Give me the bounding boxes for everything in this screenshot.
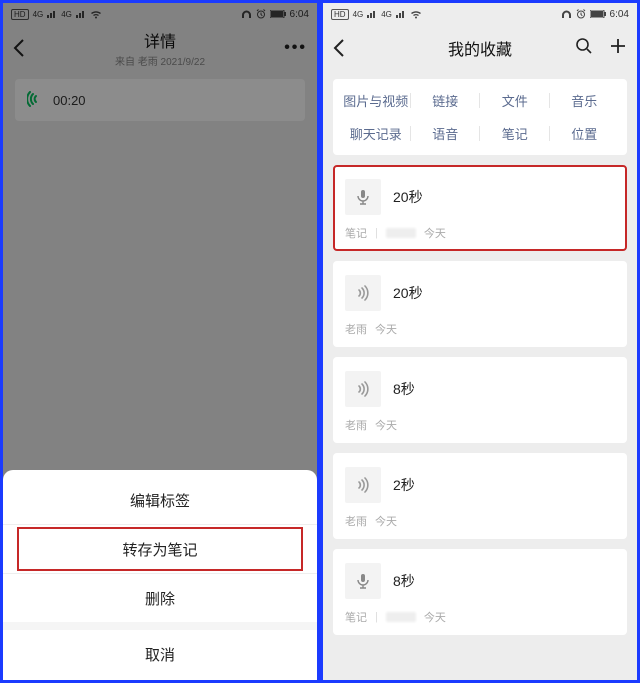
wifi-icon	[410, 10, 422, 19]
search-icon	[575, 37, 593, 55]
plus-icon	[609, 37, 627, 55]
favorite-item[interactable]: 2秒老雨今天	[333, 453, 627, 539]
redacted-text	[386, 612, 416, 622]
battery-icon	[590, 10, 606, 18]
favorite-item-title: 8秒	[393, 379, 415, 399]
chip-photos-videos[interactable]: 图片与视频	[341, 91, 411, 110]
sheet-delete[interactable]: 删除	[3, 574, 317, 622]
favorite-item-meta: 笔记|今天	[345, 225, 615, 241]
favorite-item-meta: 老雨今天	[345, 513, 615, 529]
chip-voice[interactable]: 语音	[411, 124, 481, 143]
favorite-item-when: 今天	[424, 609, 446, 625]
sound-icon	[345, 467, 381, 503]
sound-icon	[345, 275, 381, 311]
phone-right: HD 4G 4G 6:04 我的收藏	[323, 3, 637, 680]
chip-music[interactable]: 音乐	[550, 91, 620, 110]
mic-icon	[345, 179, 381, 215]
network-2: 4G	[381, 10, 392, 19]
favorite-item-when: 今天	[375, 417, 397, 433]
favorite-item-title: 2秒	[393, 475, 415, 495]
sheet-edit-tags[interactable]: 编辑标签	[3, 476, 317, 524]
chip-links[interactable]: 链接	[411, 91, 481, 110]
chevron-left-icon	[333, 39, 345, 57]
chip-files[interactable]: 文件	[480, 91, 550, 110]
back-button[interactable]	[333, 39, 355, 57]
filter-chips: 图片与视频 链接 文件 音乐 聊天记录 语音 笔记 位置	[333, 79, 627, 155]
sound-icon	[345, 371, 381, 407]
redacted-text	[386, 228, 416, 238]
mic-icon	[345, 563, 381, 599]
hd-badge: HD	[331, 9, 349, 20]
favorite-item-source: 笔记	[345, 609, 367, 625]
favorite-item-source: 老雨	[345, 321, 367, 337]
sheet-cancel[interactable]: 取消	[3, 630, 317, 678]
action-sheet: 编辑标签 转存为笔记 删除 取消	[3, 470, 317, 680]
chip-notes[interactable]: 笔记	[480, 124, 550, 143]
network-1: 4G	[353, 10, 364, 19]
favorite-item-source: 老雨	[345, 513, 367, 529]
favorite-item[interactable]: 20秒笔记|今天	[333, 165, 627, 251]
divider	[3, 524, 317, 525]
favorite-item-when: 今天	[375, 321, 397, 337]
favorite-item-title: 8秒	[393, 571, 415, 591]
favorite-item-title: 20秒	[393, 187, 423, 207]
favorite-item-meta: 笔记|今天	[345, 609, 615, 625]
favorite-item-meta: 老雨今天	[345, 417, 615, 433]
favorite-item[interactable]: 8秒老雨今天	[333, 357, 627, 443]
favorite-item[interactable]: 8秒笔记|今天	[333, 549, 627, 635]
chip-chat-history[interactable]: 聊天记录	[341, 124, 411, 143]
signal-icon	[396, 10, 406, 18]
favorite-item-when: 今天	[375, 513, 397, 529]
add-button[interactable]	[609, 37, 627, 60]
alarm-icon	[576, 9, 586, 19]
favorite-item-source: 老雨	[345, 417, 367, 433]
sheet-save-as-note[interactable]: 转存为笔记	[17, 527, 303, 571]
favorite-item-source: 笔记	[345, 225, 367, 241]
status-bar: HD 4G 4G 6:04	[323, 3, 637, 25]
favorites-list: 20秒笔记|今天20秒老雨今天8秒老雨今天2秒老雨今天8秒笔记|今天	[323, 165, 637, 645]
signal-icon	[367, 10, 377, 18]
clock-time: 6:04	[610, 9, 629, 20]
favorite-item-meta: 老雨今天	[345, 321, 615, 337]
divider	[3, 622, 317, 630]
nav-bar: 我的收藏	[323, 25, 637, 71]
headphones-icon	[561, 9, 572, 19]
favorite-item-when: 今天	[424, 225, 446, 241]
search-button[interactable]	[575, 37, 593, 60]
phone-left: HD 4G 4G 6:04 详情 来自 老雨 2021/9/22	[3, 3, 317, 680]
favorite-item-title: 20秒	[393, 283, 423, 303]
chip-location[interactable]: 位置	[550, 124, 620, 143]
favorite-item[interactable]: 20秒老雨今天	[333, 261, 627, 347]
